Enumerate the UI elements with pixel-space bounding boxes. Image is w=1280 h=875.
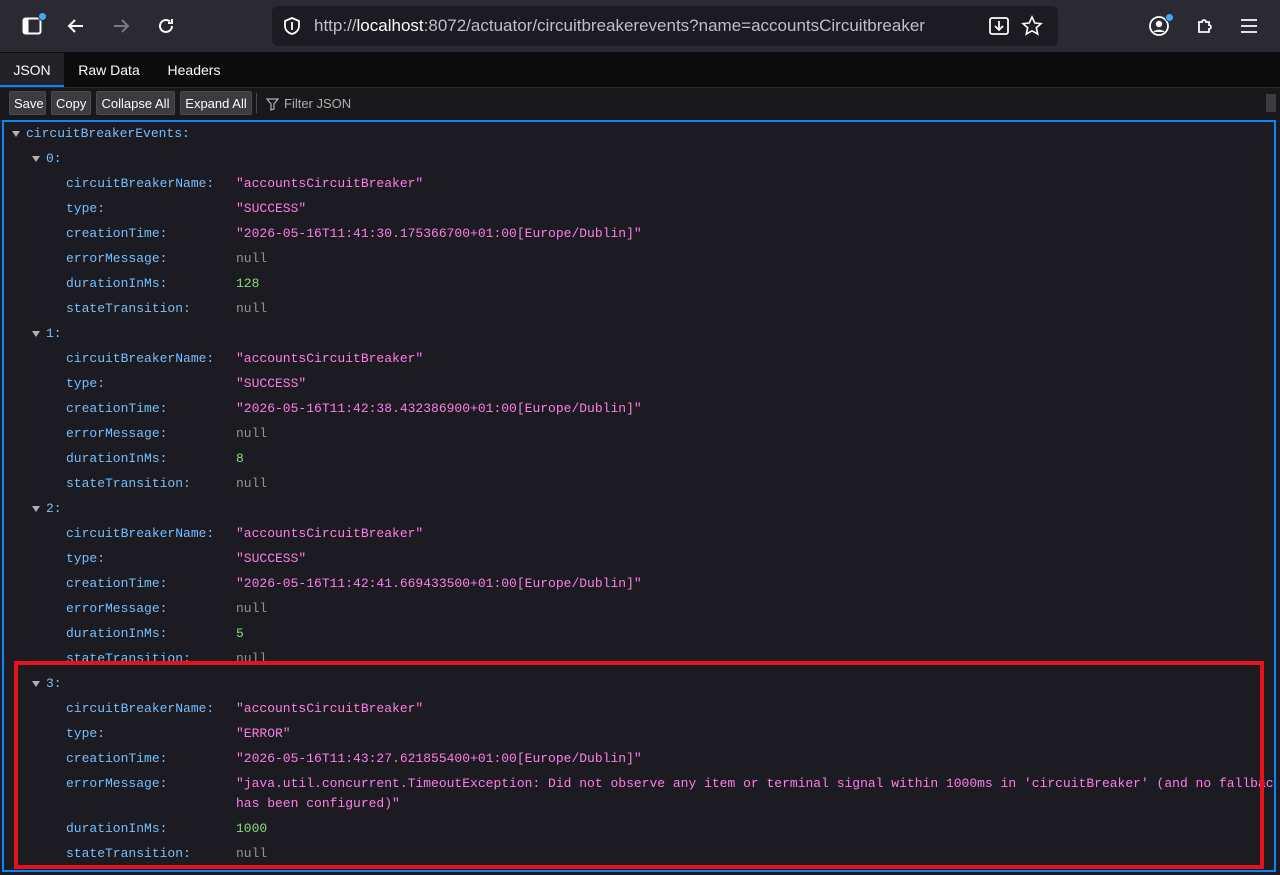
field-key: errorMessage:	[66, 601, 168, 616]
field-key: durationInMs:	[66, 451, 168, 466]
collapse-all-button[interactable]: Collapse All	[96, 91, 175, 115]
field-value: "accountsCircuitBreaker"	[236, 526, 424, 541]
field-key: type:	[66, 551, 106, 566]
field-key: type:	[66, 376, 106, 391]
field-key: stateTransition:	[66, 301, 191, 316]
field-key: durationInMs:	[66, 626, 168, 641]
field-value: "2026-05-16T11:43:27.621855400+01:00[Eur…	[236, 751, 642, 766]
expand-toggle-icon[interactable]	[32, 156, 40, 162]
field-key: type:	[66, 201, 106, 216]
tab-headers[interactable]: Headers	[154, 53, 234, 87]
field-value: null	[236, 301, 268, 316]
field-value: "SUCCESS"	[236, 201, 307, 216]
filter-icon	[265, 98, 280, 111]
field-value-continuation: has been configured)"	[236, 796, 400, 811]
field-value: "ERROR"	[236, 726, 291, 741]
forward-arrow-icon[interactable]	[103, 8, 139, 44]
browser-toolbar: http://localhost:8072/actuator/circuitbr…	[0, 0, 1280, 53]
json-toolbar: Save Copy Collapse All Expand All Filter…	[0, 88, 1280, 120]
toolbar-divider	[256, 93, 257, 113]
account-icon[interactable]	[1141, 8, 1177, 44]
star-icon[interactable]	[1021, 15, 1043, 37]
field-key: stateTransition:	[66, 476, 191, 491]
json-tree: circuitBreakerEvents: 0: circuitBreakerN…	[2, 120, 1276, 872]
field-key: circuitBreakerName:	[66, 176, 215, 191]
field-key: errorMessage:	[66, 776, 168, 791]
field-value: 1000	[236, 821, 268, 836]
field-value: null	[236, 846, 268, 861]
copy-button[interactable]: Copy	[51, 91, 91, 115]
field-value: "accountsCircuitBreaker"	[236, 701, 424, 716]
field-value: "2026-05-16T11:41:30.175366700+01:00[Eur…	[236, 226, 642, 241]
back-arrow-icon[interactable]	[58, 8, 94, 44]
field-value: 128	[236, 276, 260, 291]
url-host: localhost	[356, 16, 424, 35]
field-value: null	[236, 601, 268, 616]
field-key: type:	[66, 726, 106, 741]
expand-toggle-icon[interactable]	[12, 131, 20, 137]
field-key: circuitBreakerName:	[66, 351, 215, 366]
field-value: 8	[236, 451, 244, 466]
event-index[interactable]: 1:	[46, 324, 62, 344]
field-key: circuitBreakerName:	[66, 526, 215, 541]
root-key[interactable]: circuitBreakerEvents:	[26, 124, 190, 144]
tab-raw-data[interactable]: Raw Data	[64, 53, 154, 87]
field-key: creationTime:	[66, 401, 168, 416]
event-index[interactable]: 3:	[46, 674, 62, 694]
expand-toggle-icon[interactable]	[32, 331, 40, 337]
expand-toggle-icon[interactable]	[32, 506, 40, 512]
field-value: null	[236, 651, 268, 666]
field-key: durationInMs:	[66, 276, 168, 291]
save-button[interactable]: Save	[9, 91, 46, 115]
field-key: durationInMs:	[66, 821, 168, 836]
field-key: stateTransition:	[66, 651, 191, 666]
expand-all-button[interactable]: Expand All	[180, 91, 252, 115]
puzzle-icon[interactable]	[1187, 8, 1223, 44]
url-bar[interactable]: http://localhost:8072/actuator/circuitbr…	[272, 6, 1058, 46]
filter-placeholder: Filter JSON	[284, 96, 352, 111]
field-key: errorMessage:	[66, 426, 168, 441]
shield-icon[interactable]	[282, 16, 302, 36]
url-path: :8072/actuator/circuitbreakerevents?name…	[423, 16, 925, 35]
download-icon[interactable]	[988, 15, 1010, 37]
field-key: creationTime:	[66, 226, 168, 241]
sidebar-icon[interactable]	[14, 8, 50, 44]
event-index[interactable]: 2:	[46, 499, 62, 519]
url-scheme: http://	[314, 16, 357, 35]
field-value: "2026-05-16T11:42:41.669433500+01:00[Eur…	[236, 576, 642, 591]
json-viewer-tabs: JSON Raw Data Headers	[0, 53, 1280, 88]
field-value: null	[236, 426, 268, 441]
event-index[interactable]: 0:	[46, 149, 62, 169]
field-value: 5	[236, 626, 244, 641]
field-key: creationTime:	[66, 751, 168, 766]
field-key: errorMessage:	[66, 251, 168, 266]
field-key: creationTime:	[66, 576, 168, 591]
field-value: null	[236, 251, 268, 266]
tab-json[interactable]: JSON	[0, 53, 64, 87]
filter-json-input[interactable]: Filter JSON	[265, 93, 352, 115]
field-value: "2026-05-16T11:42:38.432386900+01:00[Eur…	[236, 401, 642, 416]
field-value: "accountsCircuitBreaker"	[236, 351, 424, 366]
toolbar-scroll-handle[interactable]	[1266, 94, 1276, 112]
field-value: null	[236, 476, 268, 491]
expand-toggle-icon[interactable]	[32, 681, 40, 687]
field-value: "java.util.concurrent.TimeoutException: …	[236, 776, 1276, 791]
field-key: circuitBreakerName:	[66, 701, 215, 716]
field-key: stateTransition:	[66, 846, 191, 861]
url-text[interactable]: http://localhost:8072/actuator/circuitbr…	[314, 16, 925, 36]
field-value: "SUCCESS"	[236, 551, 307, 566]
field-value: "SUCCESS"	[236, 376, 307, 391]
hamburger-menu-icon[interactable]	[1231, 8, 1267, 44]
field-value: "accountsCircuitBreaker"	[236, 176, 424, 191]
reload-icon[interactable]	[148, 8, 184, 44]
